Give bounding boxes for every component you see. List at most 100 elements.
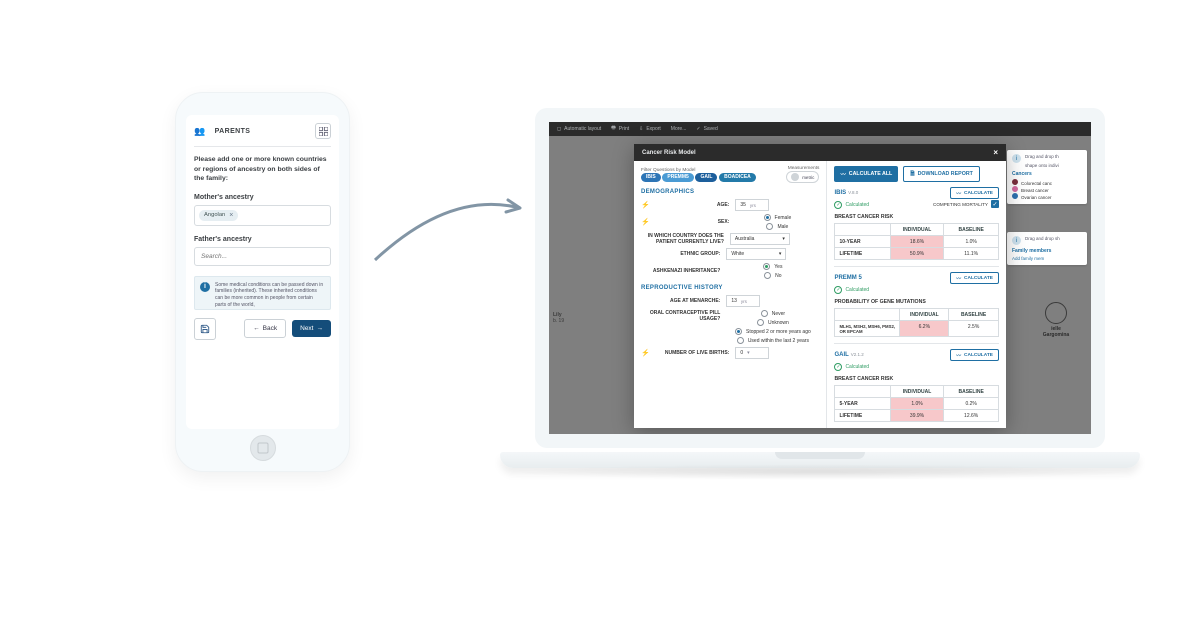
toolbar-saved: ✓ Saved — [696, 126, 717, 132]
births-input[interactable]: 0 ▾ — [735, 347, 769, 359]
back-button[interactable]: ← Back — [244, 319, 286, 338]
menarche-label: AGE AT MENARCHE: — [641, 298, 720, 304]
chevron-down-icon: ▾ — [779, 251, 782, 257]
gail-risk-table: INDIVIDUALBASELINE 5-YEAR1.0%0.2% LIFETI… — [834, 385, 999, 422]
cancer-risk-modal: Cancer Risk Model × Filter Questions by … — [634, 144, 1006, 428]
country-select[interactable]: Australia ▾ — [730, 233, 790, 245]
calculated-status: ✓Calculated — [834, 201, 869, 209]
arrow-right-icon: → — [317, 325, 324, 332]
ocp-never-radio[interactable] — [761, 310, 768, 317]
age-input[interactable]: 35 yrs — [735, 199, 769, 211]
laptop-notch — [775, 452, 865, 459]
modal-close-button[interactable]: × — [993, 148, 998, 157]
filter-pill-boadicea[interactable]: BOADICEA — [719, 173, 756, 182]
check-icon: ✓ — [834, 201, 842, 209]
premm-calculate-button[interactable]: 〰CALCULATE — [950, 272, 999, 284]
bolt-icon: ⚡ — [641, 218, 650, 226]
ethnic-select[interactable]: White ▾ — [726, 248, 786, 260]
toggle-knob-icon — [791, 173, 799, 181]
country-label: IN WHICH COUNTRY DOES THE PATIENT CURREN… — [641, 233, 724, 245]
arrow-left-icon: ← — [253, 325, 260, 332]
chevron-down-icon: ▾ — [782, 236, 785, 242]
intro-text: Please add one or more known countries o… — [194, 155, 331, 184]
ashkenazi-label: ASHKENAZI INHERITANCE? — [641, 268, 720, 274]
pulse-icon: 〰 — [956, 352, 961, 359]
pulse-icon: 〰 — [956, 190, 961, 197]
competing-mortality-toggle[interactable]: COMPETING MORTALITY ✓ — [933, 200, 999, 208]
download-report-button[interactable]: 🗎 DOWNLOAD REPORT — [903, 166, 980, 182]
filter-pill-ibis[interactable]: IBIS — [641, 173, 661, 182]
cancers-title: Cancers — [1012, 171, 1082, 177]
ancestry-chip[interactable]: Angolan × — [199, 210, 238, 221]
chip-label: Angolan — [204, 212, 225, 218]
age-label: AGE: — [658, 202, 730, 208]
add-family-member-link[interactable]: Add family mem — [1012, 256, 1082, 261]
pedigree-node-right: ielle Gargomina — [1041, 302, 1071, 338]
checkbox-checked-icon: ✓ — [991, 200, 999, 208]
ocp-stopped-radio[interactable] — [735, 328, 742, 335]
save-icon — [200, 324, 210, 334]
ashk-yes-radio[interactable] — [763, 263, 770, 270]
units-toggle[interactable]: metric — [786, 171, 819, 183]
check-icon: ✓ — [834, 363, 842, 371]
sex-radios: Female Male — [735, 214, 819, 230]
model-version: V.8.0 — [848, 190, 858, 195]
model-block-ibis: IBISV.8.0 〰CALCULATE ✓Calculated COMPETI… — [834, 182, 999, 267]
section-title: PARENTS — [215, 128, 251, 135]
grid-toggle-button[interactable] — [315, 123, 331, 139]
toolbar-auto-layout[interactable]: ◻ Automatic layout — [557, 126, 601, 132]
legend-dot-colorectal — [1012, 179, 1018, 185]
father-ancestry-label: Father's ancestry — [194, 236, 331, 243]
model-block-premm5: PREMM 5 〰CALCULATE ✓Calculated PROBABILI… — [834, 267, 999, 344]
modal-title: Cancer Risk Model — [642, 150, 696, 156]
save-icon-button[interactable] — [194, 318, 216, 340]
ashk-no-radio[interactable] — [764, 272, 771, 279]
premm-risk-table: INDIVIDUALBASELINE MLH1, MSH2, MSH6, PMS… — [834, 308, 999, 337]
people-icon: 👥 — [194, 126, 206, 137]
legend-dot-breast — [1012, 186, 1018, 192]
toolbar-export[interactable]: ⇩ Export — [639, 126, 661, 132]
ocp-radios: Never Unknown Stopped 2 or more years ag… — [726, 310, 819, 344]
ocp-label: ORAL CONTRACEPTIVE PILL USAGE? — [641, 310, 720, 322]
grid-icon — [319, 127, 328, 136]
cancers-legend-panel: iDrag and drop th shape onto indivi Canc… — [1007, 150, 1087, 204]
home-button[interactable] — [250, 435, 276, 461]
next-label: Next — [300, 325, 313, 332]
questions-panel: Filter Questions by Model IBIS PREMM5 GA… — [634, 161, 827, 428]
sex-female-radio[interactable] — [764, 214, 771, 221]
app-toolbar: ◻ Automatic layout 🖶 Print ⇩ Export More… — [549, 122, 1091, 136]
ocp-unknown-radio[interactable] — [757, 319, 764, 326]
menarche-input[interactable]: 13 yrs — [726, 295, 760, 307]
toolbar-print[interactable]: 🖶 Print — [611, 125, 629, 133]
sex-male-radio[interactable] — [766, 223, 773, 230]
ocp-recent-radio[interactable] — [737, 337, 744, 344]
gail-risk-title: BREAST CANCER RISK — [834, 376, 999, 382]
check-icon: ✓ — [834, 286, 842, 294]
calculate-all-button[interactable]: 〰 CALCULATE ALL — [834, 166, 898, 182]
births-label: NUMBER OF LIVE BIRTHS: — [658, 350, 730, 356]
document-icon: 🗎 — [910, 170, 914, 179]
mother-ancestry-input[interactable]: Angolan × — [194, 205, 331, 226]
pedigree-node-left: Lily b. 19 — [553, 312, 623, 342]
pulse-icon: 〰 — [840, 170, 845, 178]
calculated-status: ✓Calculated — [834, 286, 869, 294]
section-header: 👥 PARENTS — [194, 115, 331, 147]
chip-remove-icon[interactable]: × — [229, 212, 233, 219]
pedigree-circle-icon — [1045, 302, 1067, 324]
filter-pill-premm5[interactable]: PREMM5 — [662, 173, 693, 182]
gail-calculate-button[interactable]: 〰CALCULATE — [950, 349, 999, 361]
ibis-calculate-button[interactable]: 〰CALCULATE — [950, 187, 999, 199]
ibis-risk-table: INDIVIDUALBASELINE 10-YEAR18.6%1.0% LIFE… — [834, 223, 999, 260]
family-members-panel: iDrag and drop sh Family members Add fam… — [1007, 232, 1087, 265]
info-icon: i — [1012, 154, 1021, 163]
laptop-screen: ◻ Automatic layout 🖶 Print ⇩ Export More… — [549, 122, 1091, 434]
laptop-mockup: ◻ Automatic layout 🖶 Print ⇩ Export More… — [500, 108, 1140, 488]
filter-pill-gail[interactable]: GAIL — [695, 173, 717, 182]
results-panel: 〰 CALCULATE ALL 🗎 DOWNLOAD REPORT I — [827, 161, 1006, 428]
chevron-down-icon: ▾ — [747, 350, 750, 356]
father-ancestry-search[interactable] — [194, 247, 331, 266]
info-text: Some medical conditions can be passed do… — [215, 282, 323, 308]
toolbar-more[interactable]: More... — [671, 126, 687, 132]
pulse-icon: 〰 — [956, 275, 961, 282]
next-button[interactable]: Next → — [292, 320, 331, 337]
